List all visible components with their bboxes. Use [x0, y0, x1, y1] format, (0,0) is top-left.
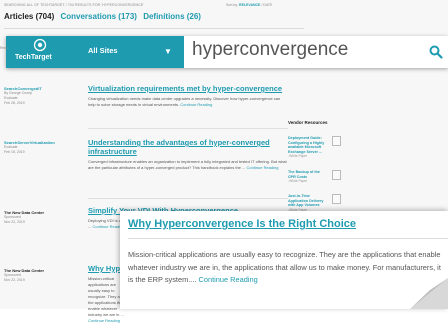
header-divider: [4, 28, 304, 29]
result-meta-4: The New Data Center Sponsored Nov 22, 20…: [4, 268, 44, 283]
continue-reading-link[interactable]: Continue Reading: [199, 275, 258, 284]
zoomed-result-title-link[interactable]: Why Hyperconvergence Is the Right Choice: [128, 218, 356, 230]
result-item: Virtualization requirements met by hyper…: [88, 84, 288, 108]
result-divider: [88, 128, 288, 129]
result-meta-1: SearchConvergedIT By George Crump Evalua…: [4, 86, 42, 106]
vendor-item[interactable]: Deployment Guide: Configuring a Highly a…: [288, 136, 342, 158]
sort-relevance-link[interactable]: RELEVANCE: [239, 3, 260, 7]
search-bar: TechTarget All Sites ▼ hyperconvergence: [6, 36, 448, 68]
vendor-item[interactable]: The Backup of the CPR Costs -White Paper: [288, 170, 342, 183]
document-icon: [332, 170, 341, 180]
result-divider: [88, 198, 288, 199]
document-icon: [332, 194, 341, 204]
filter-stub: Resu: [0, 46, 9, 50]
vendor-item-title[interactable]: Deployment Guide: Configuring a Highly a…: [288, 136, 328, 154]
card-divider: [128, 238, 448, 239]
site-selector-label: All Sites: [88, 46, 118, 55]
dropdown-caret-icon: ▼: [164, 47, 172, 56]
date: Feb 15, 2019: [4, 150, 25, 154]
techtarget-logo[interactable]: TechTarget: [6, 36, 74, 68]
continue-reading-link[interactable]: Continue Reading: [88, 318, 120, 323]
vendor-item-title[interactable]: The Backup of the CPR Costs: [288, 170, 328, 179]
result-tabs: Articles (704) Conversations (173) Defin…: [4, 12, 201, 21]
vendor-item-type: -White Paper: [288, 154, 308, 158]
continue-reading-link[interactable]: Continue Reading: [180, 102, 212, 107]
result-snippet: Changing virtualization needs make data …: [88, 96, 281, 107]
document-icon: [332, 136, 341, 146]
result-meta-2: SearchServerVirtualization Evaluate Feb …: [4, 140, 55, 155]
search-input[interactable]: hyperconvergence: [192, 39, 348, 61]
result-title-link[interactable]: Understanding the advantages of hyper-co…: [88, 138, 288, 156]
sort-date-link[interactable]: DATE: [263, 3, 272, 7]
vendor-item[interactable]: Just-In-Time Application Delivery with A…: [288, 194, 342, 212]
techtarget-logo-icon: [33, 38, 47, 52]
result-snippet: Converged infrastructure enables an orga…: [88, 159, 287, 170]
date: Feb 28, 2019: [4, 101, 25, 105]
sort-control: Sort by: RELEVANCE / DATE: [226, 3, 273, 7]
tab-conversations[interactable]: Conversations (173): [60, 12, 136, 21]
date: Nov 22, 2019: [4, 220, 25, 224]
date: Nov 22, 2019: [4, 278, 25, 282]
vendor-heading: Vendor Resources: [288, 120, 328, 125]
vendor-item-title[interactable]: Just-In-Time Application Delivery with A…: [288, 194, 328, 208]
search-results-page: SEARCHING ALL OF TECHTARGET / 704 RESULT…: [0, 0, 448, 323]
site-selector-dropdown[interactable]: All Sites ▼: [74, 36, 184, 68]
logo-text: TechTarget: [15, 54, 52, 61]
tab-definitions[interactable]: Definitions (26): [143, 12, 201, 21]
continue-reading-link[interactable]: Continue Reading: [246, 165, 278, 170]
sort-prefix: Sort by:: [226, 3, 239, 7]
results-summary: SEARCHING ALL OF TECHTARGET / 704 RESULT…: [4, 3, 144, 7]
result-title-link[interactable]: Virtualization requirements met by hyper…: [88, 84, 288, 93]
page-curl-decoration: [410, 278, 448, 309]
result-item: Understanding the advantages of hyper-co…: [88, 138, 288, 171]
tab-articles[interactable]: Articles (704): [4, 12, 54, 21]
result-meta-3: The New Data Center Sponsored Nov 22, 20…: [4, 210, 44, 225]
search-icon[interactable]: [429, 45, 443, 59]
